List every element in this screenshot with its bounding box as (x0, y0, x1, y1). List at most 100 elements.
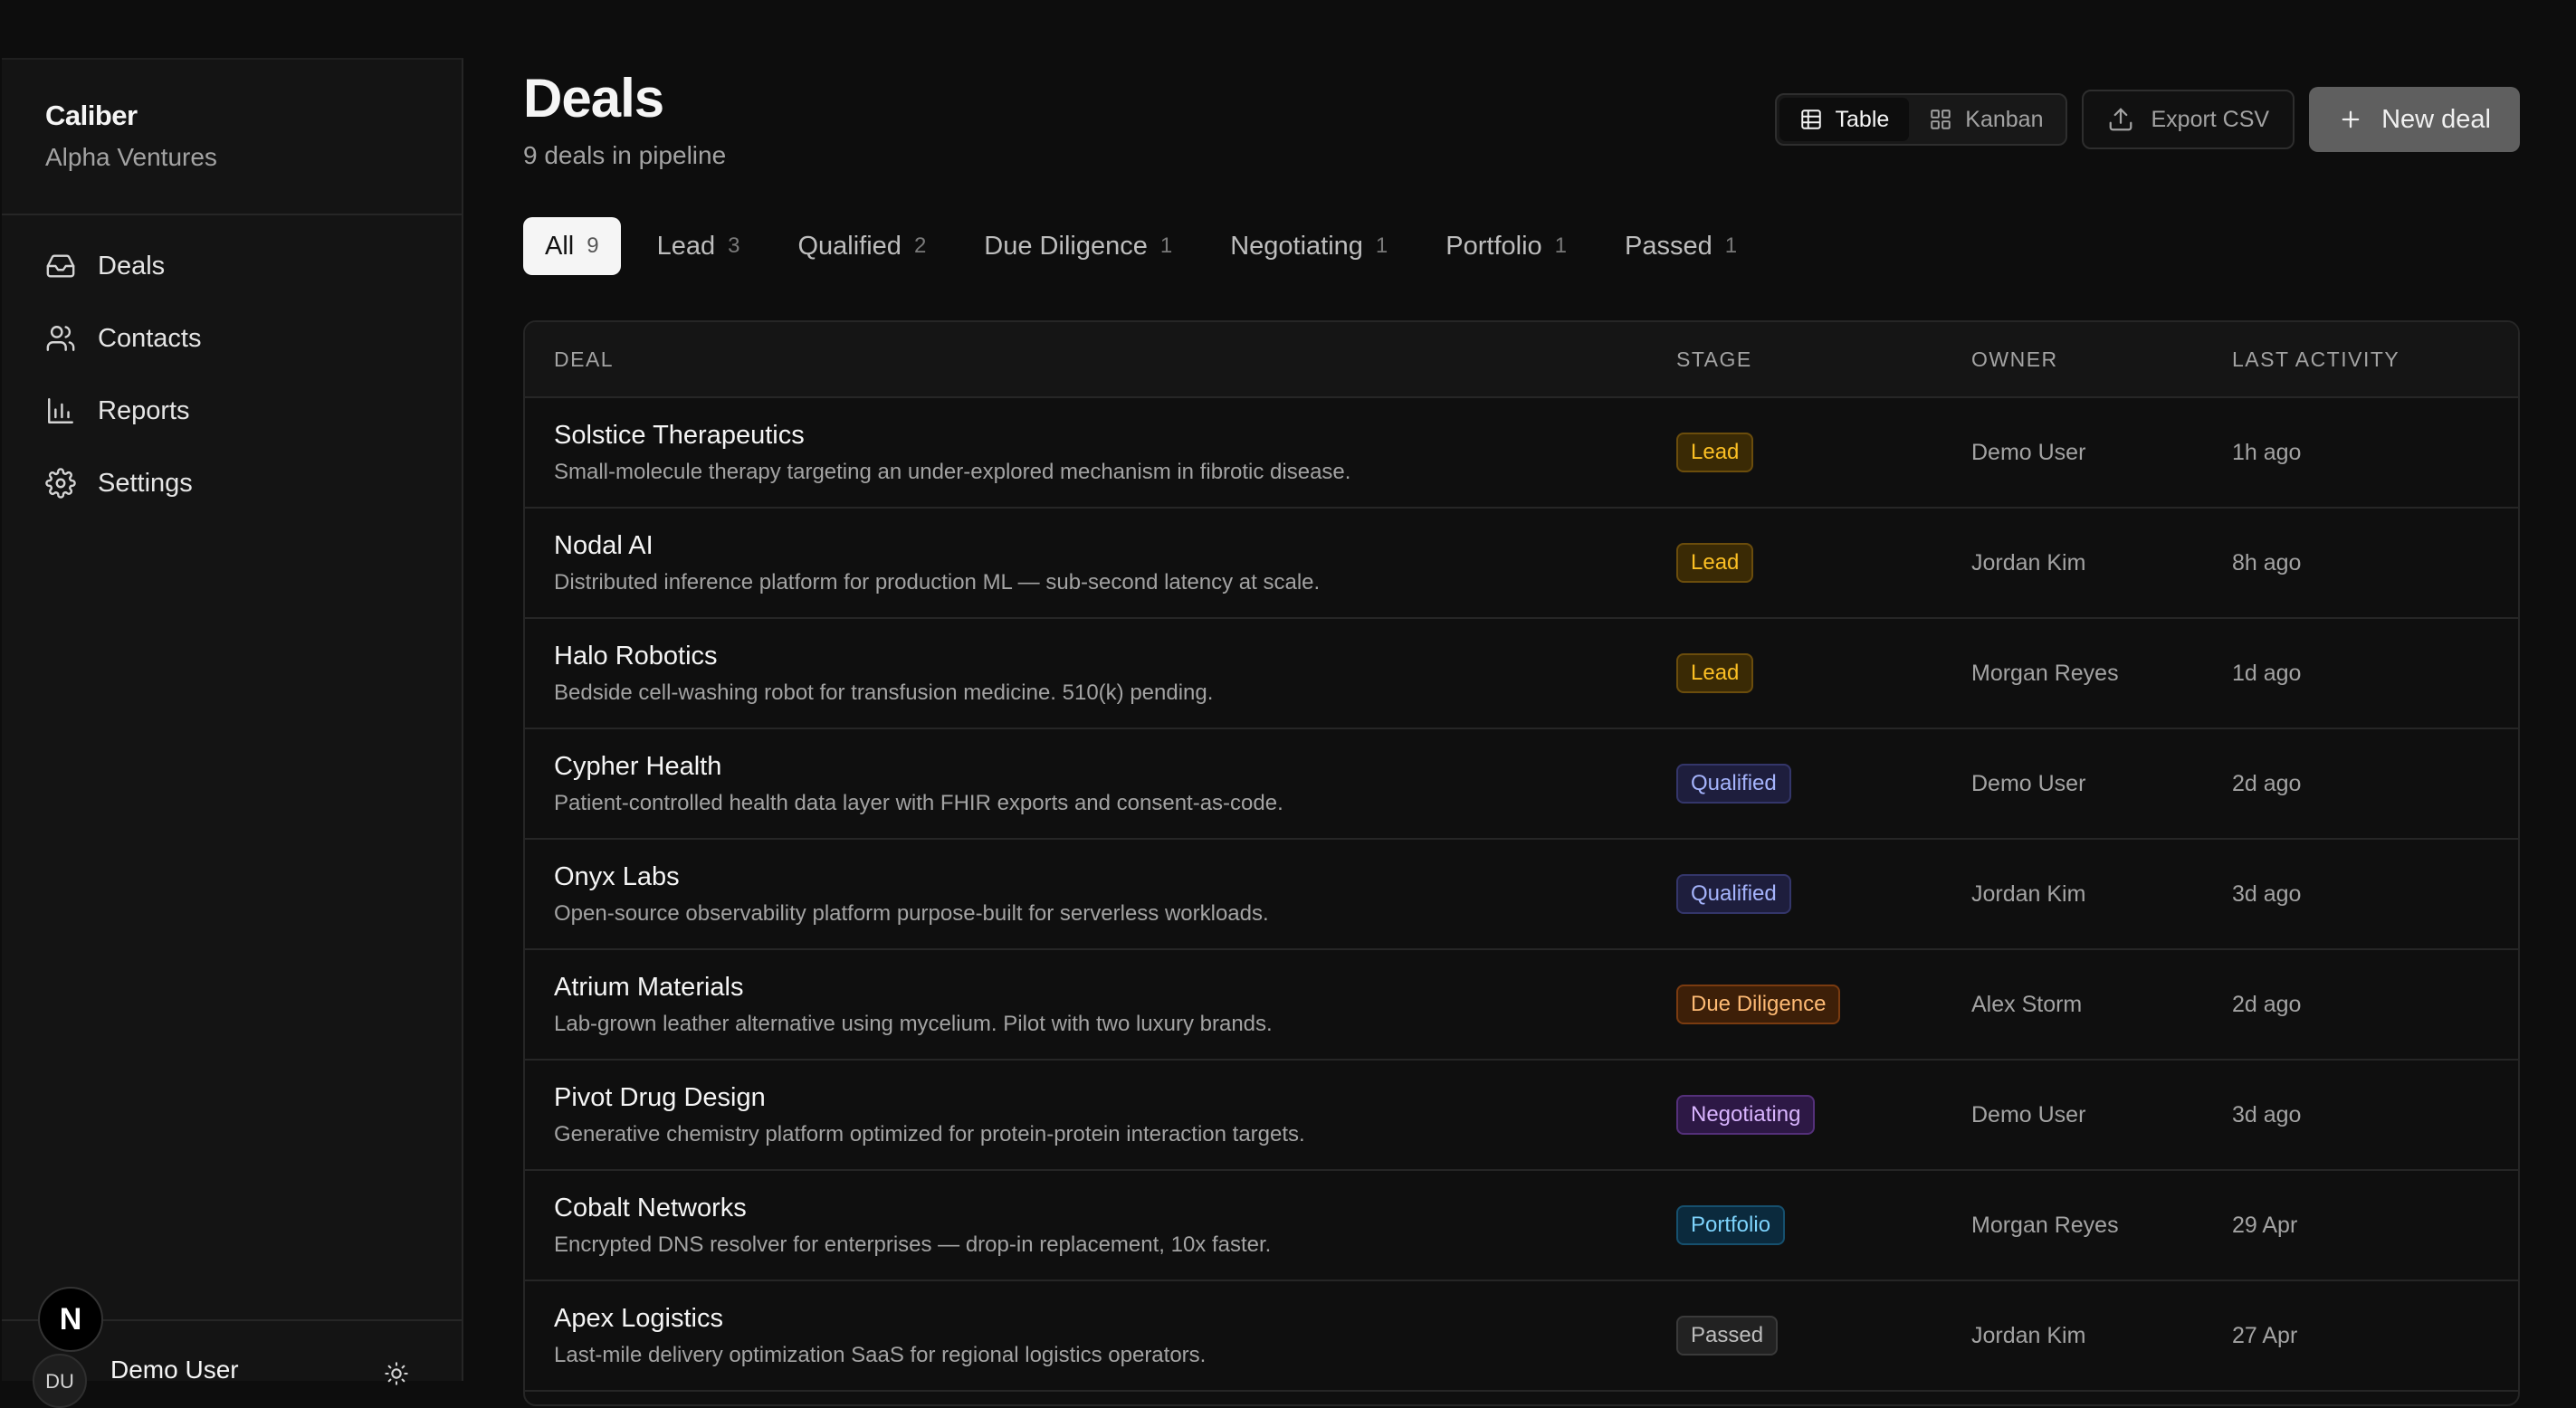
page-title: Deals (523, 68, 664, 128)
deal-cell: Cypher Health Patient-controlled health d… (525, 752, 1676, 816)
table-row[interactable]: Onyx Labs Open-source observability platf… (525, 840, 2518, 950)
column-header-deal[interactable]: DEAL (525, 347, 1676, 372)
last-activity-cell: 3d ago (2232, 880, 2302, 907)
new-deal-label: New deal (2381, 104, 2491, 134)
stage-badge: Lead (1676, 433, 1754, 472)
gear-icon (45, 468, 76, 499)
tab-due-diligence[interactable]: Due Diligence 1 (962, 217, 1194, 275)
stage-cell: Qualified (1676, 764, 1971, 804)
tab-count: 1 (1375, 233, 1388, 258)
table-row[interactable]: Apex Logistics Last-mile delivery optimiz… (525, 1281, 2518, 1392)
last-activity-cell: 1h ago (2232, 439, 2302, 465)
tab-qualified[interactable]: Qualified 2 (776, 217, 948, 275)
stage-cell: Portfolio (1676, 1205, 1971, 1245)
export-csv-button[interactable]: Export CSV (2082, 90, 2295, 149)
deal-description: Distributed inference platform for produ… (554, 569, 1321, 595)
deal-name[interactable]: Solstice Therapeutics (554, 421, 1676, 451)
tab-all[interactable]: All 9 (523, 217, 621, 275)
table-row[interactable]: Solstice Therapeutics Small-molecule ther… (525, 398, 2518, 509)
sidebar-item-settings[interactable]: Settings (2, 447, 462, 519)
tab-label: Negotiating (1230, 231, 1363, 261)
deal-description: Bedside cell-washing robot for transfusi… (554, 680, 1214, 705)
deal-name[interactable]: Halo Robotics (554, 642, 1676, 671)
last-activity-cell: 2d ago (2232, 770, 2302, 796)
tab-count: 1 (1159, 233, 1173, 258)
owner-cell: Demo User (1971, 439, 2086, 465)
deal-name[interactable]: Onyx Labs (554, 862, 1676, 892)
table-row[interactable]: Pivot Drug Design Generative chemistry pl… (525, 1061, 2518, 1171)
deal-name[interactable]: Atrium Materials (554, 973, 1676, 1003)
sun-icon[interactable] (384, 1361, 409, 1386)
tab-portfolio[interactable]: Portfolio 1 (1424, 217, 1589, 275)
stage-cell: Lead (1676, 543, 1971, 583)
stage-cell: Due Diligence (1676, 985, 1971, 1024)
plus-icon (2342, 110, 2360, 128)
owner-cell: Alex Storm (1971, 991, 2083, 1017)
tab-label: Passed (1625, 231, 1713, 261)
tab-lead[interactable]: Lead 3 (635, 217, 762, 275)
table-row[interactable]: Nodal AI Distributed inference platform f… (525, 509, 2518, 619)
deal-description: Encrypted DNS resolver for enterprises —… (554, 1232, 1272, 1257)
table-icon (1800, 109, 1821, 129)
sidebar-item-label: Deals (98, 251, 166, 281)
table-row[interactable]: Cypher Health Patient-controlled health d… (525, 729, 2518, 840)
sidebar-item-label: Settings (98, 468, 193, 498)
avatar: DU (33, 1354, 87, 1408)
stage-badge: Negotiating (1676, 1095, 1816, 1135)
stage-badge: Lead (1676, 653, 1754, 693)
tab-negotiating[interactable]: Negotiating 1 (1208, 217, 1409, 275)
last-activity-cell: 8h ago (2232, 549, 2302, 576)
tab-label: Lead (656, 231, 716, 261)
table-row[interactable]: Cobalt Networks Encrypted DNS resolver fo… (525, 1171, 2518, 1281)
column-header-owner[interactable]: OWNER (1971, 347, 2232, 372)
view-kanban-button[interactable]: Kanban (1909, 98, 2063, 141)
stage-badge: Qualified (1676, 764, 1791, 804)
sidebar-item-label: Contacts (98, 323, 202, 353)
deal-name[interactable]: Pivot Drug Design (554, 1083, 1676, 1113)
upload-icon (2110, 108, 2132, 131)
tab-count: 3 (728, 233, 740, 258)
deal-name[interactable]: Cypher Health (554, 752, 1676, 782)
deal-description: Generative chemistry platform optimized … (554, 1121, 1305, 1146)
deal-cell: Cobalt Networks Encrypted DNS resolver fo… (525, 1194, 1676, 1258)
sidebar-item-contacts[interactable]: Contacts (2, 302, 462, 375)
view-table-button[interactable]: Table (1779, 98, 1910, 141)
deal-name[interactable]: Apex Logistics (554, 1304, 1676, 1334)
new-deal-button[interactable]: New deal (2309, 87, 2520, 152)
view-toggle: Table Kanban (1774, 93, 2068, 146)
bar-chart-icon (48, 398, 73, 423)
tab-label: Due Diligence (984, 231, 1148, 261)
deal-description: Patient-controlled health data layer wit… (554, 790, 1283, 815)
table-row[interactable]: Atrium Materials Lab-grown leather altern… (525, 950, 2518, 1061)
table-row[interactable]: Halo Robotics Bedside cell-washing robot … (525, 619, 2518, 729)
toolbar: Table Kanban Export CSV New deal (1774, 87, 2520, 152)
window-top-bar (0, 0, 2576, 58)
view-table-label: Table (1835, 106, 1890, 132)
framework-badge[interactable]: N (38, 1287, 103, 1352)
deal-cell: Solstice Therapeutics Small-molecule ther… (525, 421, 1676, 485)
last-activity-cell: 27 Apr (2232, 1322, 2298, 1348)
stage-cell: Negotiating (1676, 1095, 1971, 1135)
tab-passed[interactable]: Passed 1 (1603, 217, 1759, 275)
table-body: Solstice Therapeutics Small-molecule ther… (525, 398, 2518, 1392)
workspace-header[interactable]: Caliber Alpha Ventures (2, 60, 462, 215)
owner-cell: Jordan Kim (1971, 549, 2086, 576)
sidebar-item-reports[interactable]: Reports (2, 375, 462, 447)
owner-cell: Jordan Kim (1971, 880, 2086, 907)
column-header-last-activity[interactable]: LAST ACTIVITY (2232, 347, 2504, 372)
last-activity-cell: 29 Apr (2232, 1212, 2298, 1238)
stage-badge: Qualified (1676, 874, 1791, 914)
column-header-stage[interactable]: STAGE (1676, 347, 1971, 372)
sidebar-nav: Deals Contacts Reports Settings (2, 215, 462, 519)
deal-name[interactable]: Cobalt Networks (554, 1194, 1676, 1223)
sidebar-item-label: Reports (98, 395, 190, 425)
owner-cell: Demo User (1971, 770, 2086, 796)
inbox-icon (46, 254, 75, 278)
app-name: Caliber (45, 100, 138, 131)
deal-cell: Onyx Labs Open-source observability platf… (525, 862, 1676, 927)
stage-filter-tabs: All 9 Lead 3 Qualified 2 Due Diligence 1 Neg… (523, 217, 1773, 275)
tab-count: 9 (587, 233, 599, 258)
sidebar-item-deals[interactable]: Deals (2, 230, 462, 302)
deal-name[interactable]: Nodal AI (554, 531, 1676, 561)
users-icon (46, 326, 75, 351)
